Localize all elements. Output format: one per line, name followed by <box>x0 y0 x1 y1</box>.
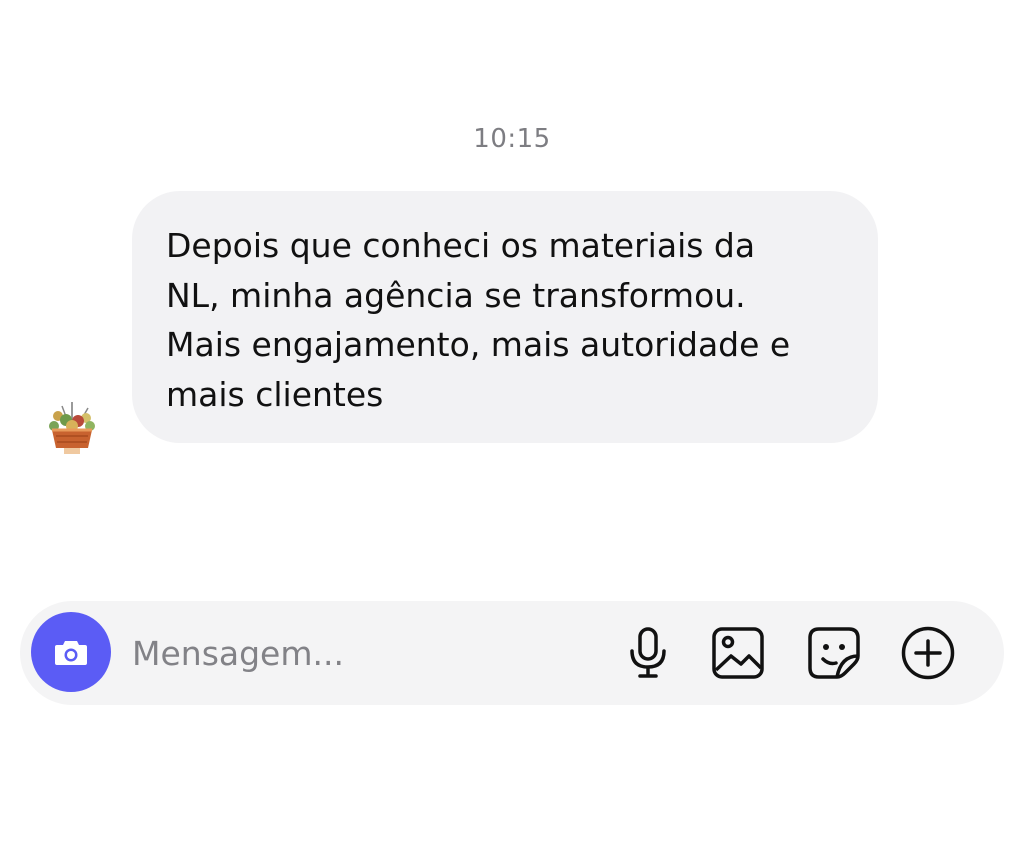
camera-icon <box>55 641 87 665</box>
message-composer <box>20 601 1004 705</box>
message-line: mais clientes <box>166 374 384 414</box>
avatar-image <box>49 402 95 454</box>
add-attachment-button[interactable] <box>898 623 958 683</box>
sticker-icon <box>808 627 860 679</box>
gallery-button[interactable] <box>708 623 768 683</box>
message-line: Depois que conheci os materiais da <box>166 226 756 265</box>
gallery-icon <box>712 627 764 679</box>
microphone-icon <box>630 627 666 678</box>
microphone-button[interactable] <box>618 623 678 683</box>
message-line: NL, minha agência se transformou. <box>166 275 746 315</box>
camera-button[interactable] <box>31 612 111 692</box>
message-line: Mais engajamento, mais autoridade e <box>166 325 791 364</box>
message-input[interactable] <box>132 625 592 681</box>
received-message-bubble[interactable]: Depois que conheci os materiais da NL, m… <box>132 191 878 443</box>
sender-avatar[interactable] <box>42 396 102 460</box>
plus-circle-icon <box>901 626 955 680</box>
message-timestamp: 10:15 <box>473 124 551 154</box>
sticker-button[interactable] <box>804 623 864 683</box>
